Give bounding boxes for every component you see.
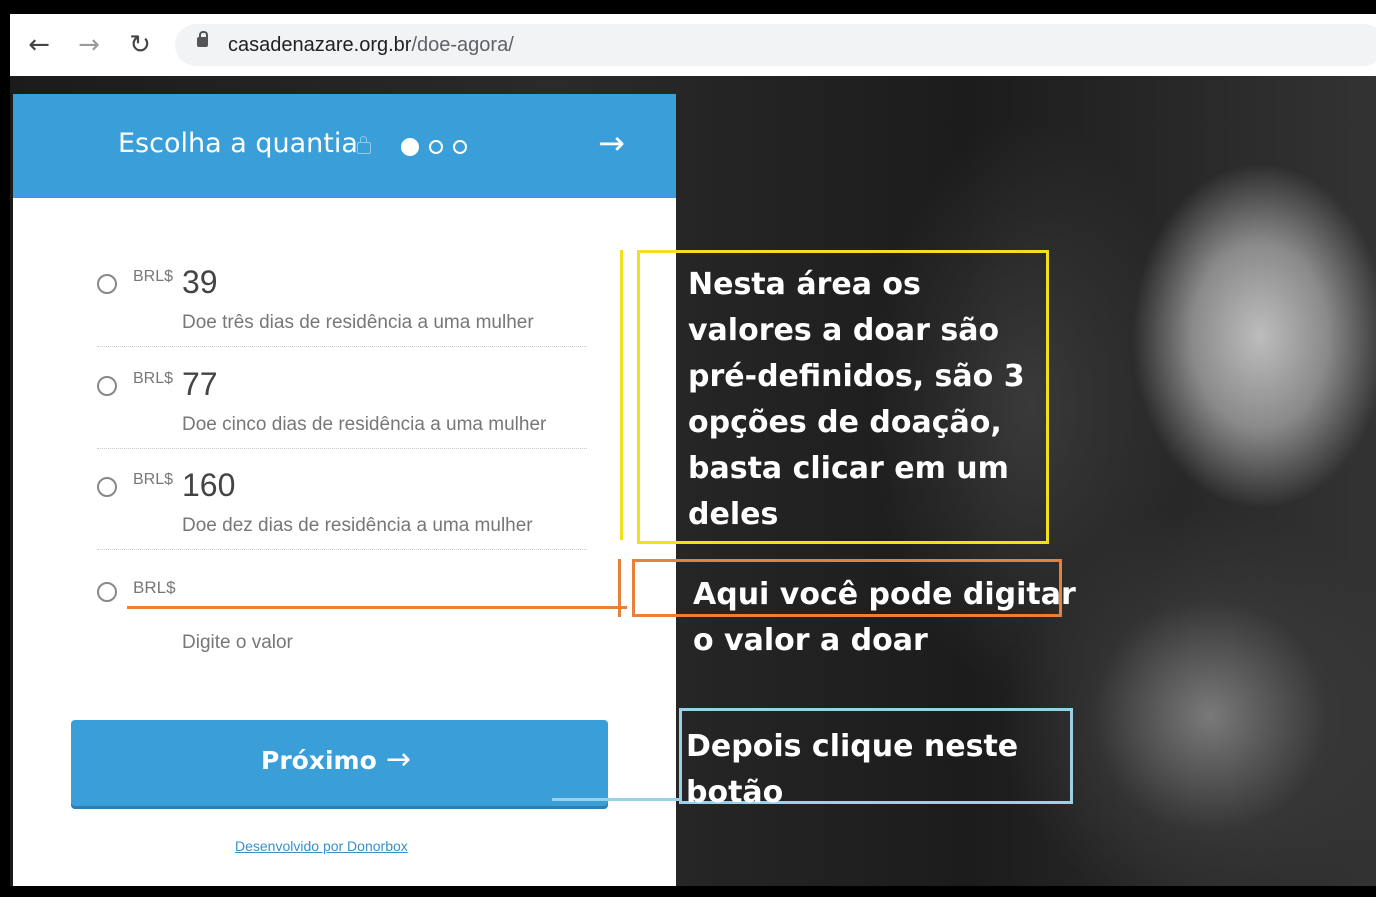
annotation-connector (620, 250, 623, 540)
radio-button[interactable] (97, 274, 117, 294)
next-arrow-icon[interactable]: → (598, 124, 625, 162)
annotation-connector (552, 798, 680, 801)
currency-label: BRL$ (133, 268, 174, 285)
amount-value: 39 (182, 264, 218, 300)
back-arrow-icon[interactable]: ← (24, 30, 54, 60)
amount-value: 77 (182, 366, 218, 402)
forward-arrow-icon[interactable]: → (74, 30, 104, 60)
annotation-button-text: Depois clique neste botão (686, 729, 1019, 810)
amount-value: 160 (182, 467, 236, 503)
widget-title: Escolha a quantia (118, 128, 358, 159)
address-bar[interactable]: casadenazare.org.br/doe-agora/ (175, 24, 1376, 66)
next-button[interactable]: Próximo → (71, 720, 608, 806)
url-text[interactable]: casadenazare.org.br/doe-agora/ (228, 34, 514, 57)
amount-description: Doe dez dias de residência a uma mulher (182, 515, 533, 536)
annotation-predefined-text: Nesta área os valores a doar são pré-def… (688, 267, 1025, 532)
annotation-connector (127, 606, 627, 609)
screenshot-frame: ← → ↻ casadenazare.org.br/doe-agora/ Esc… (10, 14, 1376, 886)
radio-button[interactable] (97, 376, 117, 396)
step-indicator (401, 138, 477, 158)
amount-option[interactable]: BRL$ 77 Doe cinco dias de residência a u… (97, 356, 587, 456)
widget-header: Escolha a quantia → (13, 94, 676, 198)
url-host: casadenazare.org.br (228, 34, 412, 56)
currency-label: BRL$ (133, 370, 174, 387)
currency-label: BRL$ (133, 471, 174, 488)
url-path: /doe-agora/ (411, 34, 514, 56)
step-dot-active (401, 138, 419, 156)
step-dot (453, 140, 467, 154)
browser-toolbar: ← → ↻ casadenazare.org.br/doe-agora/ (10, 14, 1376, 76)
annotation-custom-text: Aqui você pode digitar o valor a doar (693, 577, 1076, 658)
radio-button[interactable] (97, 477, 117, 497)
lock-icon (357, 136, 371, 154)
reload-icon[interactable]: ↻ (125, 30, 155, 60)
amount-description: Doe três dias de residência a uma mulher (182, 312, 534, 333)
custom-amount-option[interactable]: BRL$ Digite o valor (97, 562, 617, 672)
donation-widget: Escolha a quantia → BRL$ 39 Doe três dia… (13, 94, 676, 886)
powered-by-link[interactable]: Desenvolvido por Donorbox (235, 838, 408, 854)
next-button-label: Próximo (261, 746, 377, 775)
amount-option[interactable]: BRL$ 39 Doe três dias de residência a um… (97, 254, 587, 354)
divider (97, 346, 587, 348)
divider (97, 549, 587, 551)
step-dot (429, 140, 443, 154)
divider (97, 448, 587, 450)
radio-button[interactable] (97, 582, 117, 602)
lock-icon (197, 31, 208, 47)
currency-label: BRL$ (133, 578, 176, 597)
custom-amount-hint: Digite o valor (182, 632, 293, 653)
amount-option[interactable]: BRL$ 160 Doe dez dias de residência a um… (97, 457, 587, 557)
annotation-connector (618, 559, 621, 617)
amount-description: Doe cinco dias de residência a uma mulhe… (182, 414, 547, 435)
arrow-right-icon: → (386, 742, 412, 777)
